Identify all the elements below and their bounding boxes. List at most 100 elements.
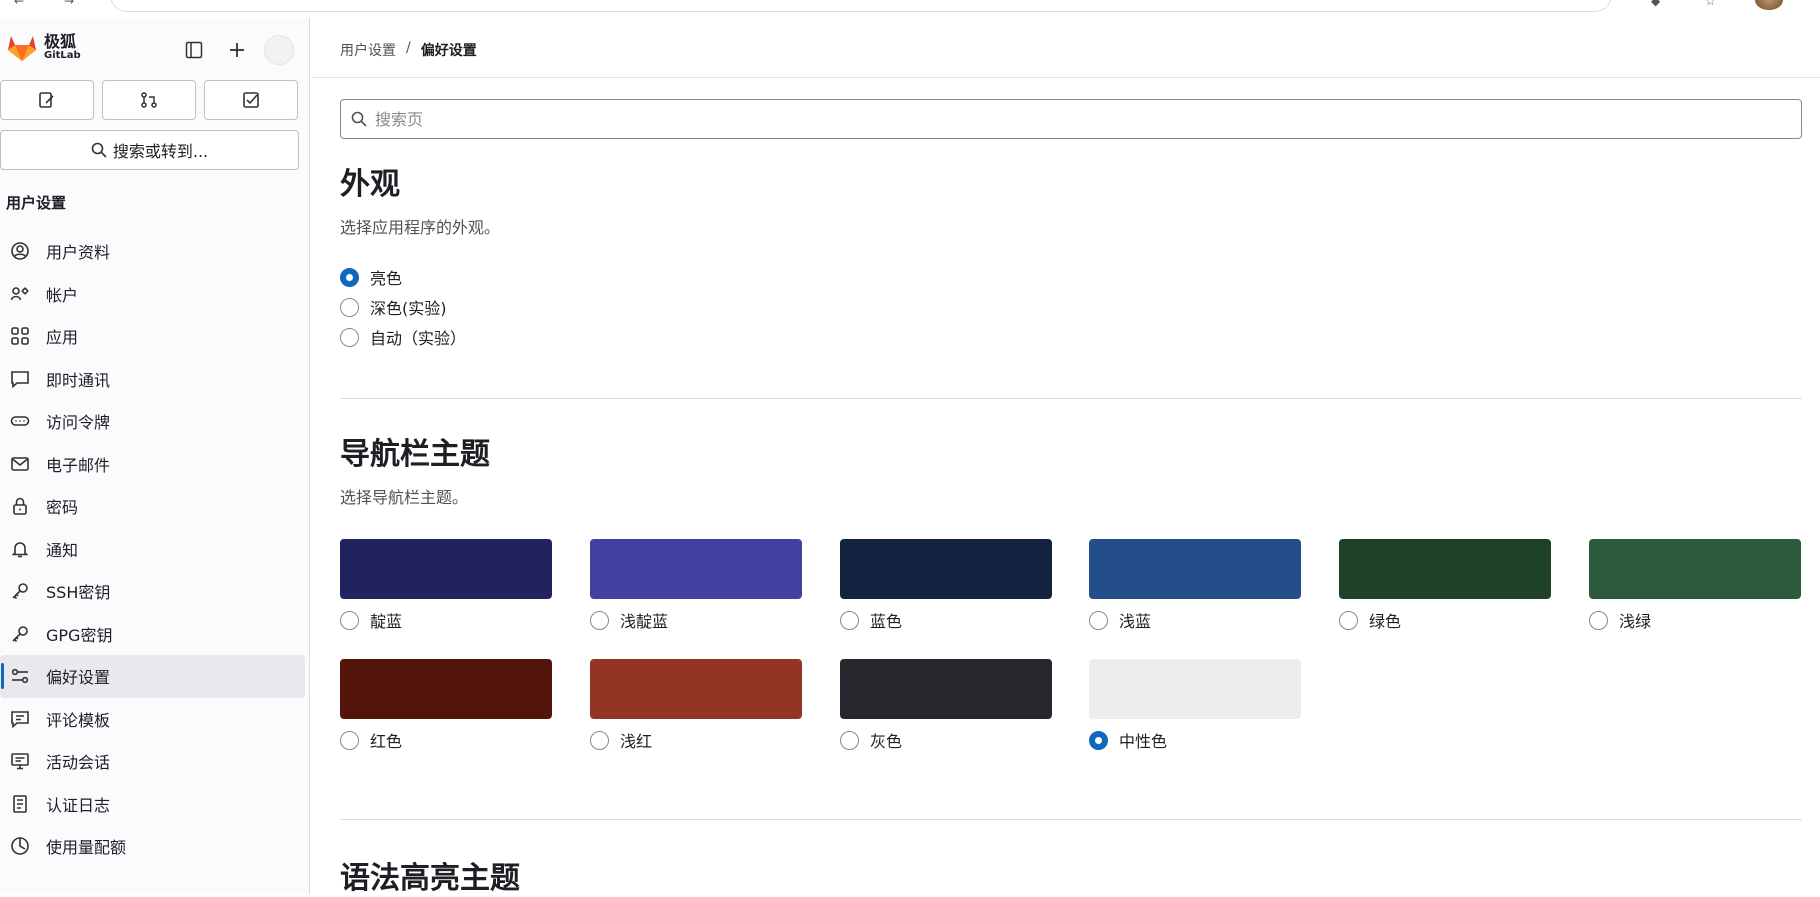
theme-radio[interactable] xyxy=(840,730,859,750)
brand-name: 极狐 xyxy=(44,31,77,51)
account-icon xyxy=(10,284,30,304)
theme-color-swatch[interactable] xyxy=(1589,539,1801,599)
theme-radio[interactable] xyxy=(840,610,859,630)
bookmark-icon[interactable]: ☆ xyxy=(1705,0,1719,8)
theme-color-swatch[interactable] xyxy=(340,539,552,599)
search-or-go-label: 搜索或转到... xyxy=(112,142,209,161)
navbar-theme-option[interactable]: 浅绿 xyxy=(1589,539,1801,632)
theme-label-row[interactable]: 绿色 xyxy=(1339,608,1551,632)
chat-icon xyxy=(10,369,30,389)
log-icon xyxy=(10,794,30,814)
theme-radio[interactable] xyxy=(1089,730,1108,750)
extension-icon[interactable]: ◆ xyxy=(1651,0,1665,8)
sidebar-item[interactable]: 使用量配额 xyxy=(0,825,305,868)
theme-label-row[interactable]: 浅绿 xyxy=(1589,608,1801,632)
sidebar-item[interactable]: 偏好设置 xyxy=(0,655,305,698)
navbar-theme-option[interactable]: 靛蓝 xyxy=(340,539,552,632)
sidebar-item-label: 活动会话 xyxy=(46,753,111,773)
user-avatar[interactable] xyxy=(264,35,294,65)
sidebar-item-label: 应用 xyxy=(46,328,79,348)
sidebar-item[interactable]: 访问令牌 xyxy=(0,400,305,443)
lock-icon xyxy=(10,496,30,516)
sidebar-item[interactable]: 用户资料 xyxy=(0,230,305,273)
theme-label-row[interactable]: 浅靛蓝 xyxy=(590,608,802,632)
bell-icon xyxy=(10,539,30,559)
theme-radio[interactable] xyxy=(590,730,609,750)
page-search-input[interactable] xyxy=(375,109,1775,129)
appearance-option[interactable]: 自动（实验） xyxy=(340,325,466,349)
browser-profile-avatar[interactable] xyxy=(1755,0,1783,10)
comment-template-icon xyxy=(10,709,30,729)
theme-color-swatch[interactable] xyxy=(840,539,1052,599)
sidebar-item[interactable]: GPG密钥 xyxy=(0,613,305,656)
back-arrow-icon[interactable]: ← xyxy=(14,0,28,8)
sidebar-item[interactable]: 活动会话 xyxy=(0,740,305,783)
theme-label-row[interactable]: 灰色 xyxy=(840,728,1052,752)
todos-button[interactable] xyxy=(204,80,298,120)
sidebar-item-label: 电子邮件 xyxy=(46,455,111,475)
sidebar-item-label: 认证日志 xyxy=(46,795,111,815)
navbar-theme-option[interactable]: 中性色 xyxy=(1089,659,1301,752)
brand[interactable]: 极狐 GitLab xyxy=(6,32,81,62)
appearance-radio[interactable] xyxy=(340,327,359,347)
theme-label-row[interactable]: 红色 xyxy=(340,728,552,752)
sidebar-item[interactable]: 认证日志 xyxy=(0,783,305,826)
navbar-theme-option[interactable]: 浅蓝 xyxy=(1089,539,1301,632)
forward-arrow-icon[interactable]: → xyxy=(64,0,78,8)
theme-color-swatch[interactable] xyxy=(1089,659,1301,719)
syntax-theme-heading: 语法高亮主题 xyxy=(340,861,520,896)
theme-label-row[interactable]: 靛蓝 xyxy=(340,608,552,632)
sidebar-item[interactable]: 评论模板 xyxy=(0,698,305,741)
appearance-radio[interactable] xyxy=(340,297,359,317)
theme-radio[interactable] xyxy=(1089,610,1108,630)
sidebar-item[interactable]: 即时通讯 xyxy=(0,358,305,401)
create-new-button[interactable] xyxy=(222,35,252,65)
navbar-theme-option[interactable]: 蓝色 xyxy=(840,539,1052,632)
sidebar-item[interactable]: SSH密钥 xyxy=(0,570,305,613)
preferences-icon xyxy=(10,666,30,686)
profile-icon xyxy=(10,241,30,261)
theme-label-row[interactable]: 浅蓝 xyxy=(1089,608,1301,632)
theme-radio[interactable] xyxy=(340,730,359,750)
appearance-option-label: 自动（实验） xyxy=(370,329,467,348)
navbar-theme-option[interactable]: 灰色 xyxy=(840,659,1052,752)
theme-color-swatch[interactable] xyxy=(840,659,1052,719)
theme-radio[interactable] xyxy=(1339,610,1358,630)
search-icon xyxy=(91,142,107,158)
toggle-sidebar-button[interactable] xyxy=(179,35,209,65)
theme-label-row[interactable]: 浅红 xyxy=(590,728,802,752)
theme-label-row[interactable]: 中性色 xyxy=(1089,728,1301,752)
quota-icon xyxy=(10,836,30,856)
theme-label-row[interactable]: 蓝色 xyxy=(840,608,1052,632)
issues-button[interactable] xyxy=(0,80,94,120)
theme-radio[interactable] xyxy=(1589,610,1608,630)
page-search-box[interactable] xyxy=(340,99,1802,139)
theme-radio[interactable] xyxy=(340,610,359,630)
appearance-radio[interactable] xyxy=(340,267,359,287)
theme-color-swatch[interactable] xyxy=(1339,539,1551,599)
appearance-option[interactable]: 深色(实验) xyxy=(340,295,447,319)
sidebar-item[interactable]: 密码 xyxy=(0,485,305,528)
theme-label: 蓝色 xyxy=(870,612,903,631)
breadcrumb-parent-link[interactable]: 用户设置 xyxy=(340,40,396,60)
sidebar-item[interactable]: 帐户 xyxy=(0,273,305,316)
sidebar-item[interactable]: 通知 xyxy=(0,528,305,571)
sidebar-item[interactable]: 电子邮件 xyxy=(0,443,305,486)
appearance-option[interactable]: 亮色 xyxy=(340,265,402,289)
address-bar[interactable] xyxy=(110,0,1612,12)
monitor-icon xyxy=(10,751,30,771)
navbar-theme-option[interactable]: 浅红 xyxy=(590,659,802,752)
theme-color-swatch[interactable] xyxy=(340,659,552,719)
search-or-go-button[interactable]: 搜索或转到... xyxy=(0,130,299,170)
navbar-theme-option[interactable]: 红色 xyxy=(340,659,552,752)
theme-radio[interactable] xyxy=(590,610,609,630)
merge-requests-button[interactable] xyxy=(102,80,196,120)
navbar-theme-option[interactable]: 浅靛蓝 xyxy=(590,539,802,632)
sidebar-item[interactable]: 应用 xyxy=(0,315,305,358)
section-divider xyxy=(340,819,1802,820)
sidebar-item-label: 用户资料 xyxy=(46,243,111,263)
theme-color-swatch[interactable] xyxy=(590,539,802,599)
navbar-theme-option[interactable]: 绿色 xyxy=(1339,539,1551,632)
theme-color-swatch[interactable] xyxy=(1089,539,1301,599)
theme-color-swatch[interactable] xyxy=(590,659,802,719)
